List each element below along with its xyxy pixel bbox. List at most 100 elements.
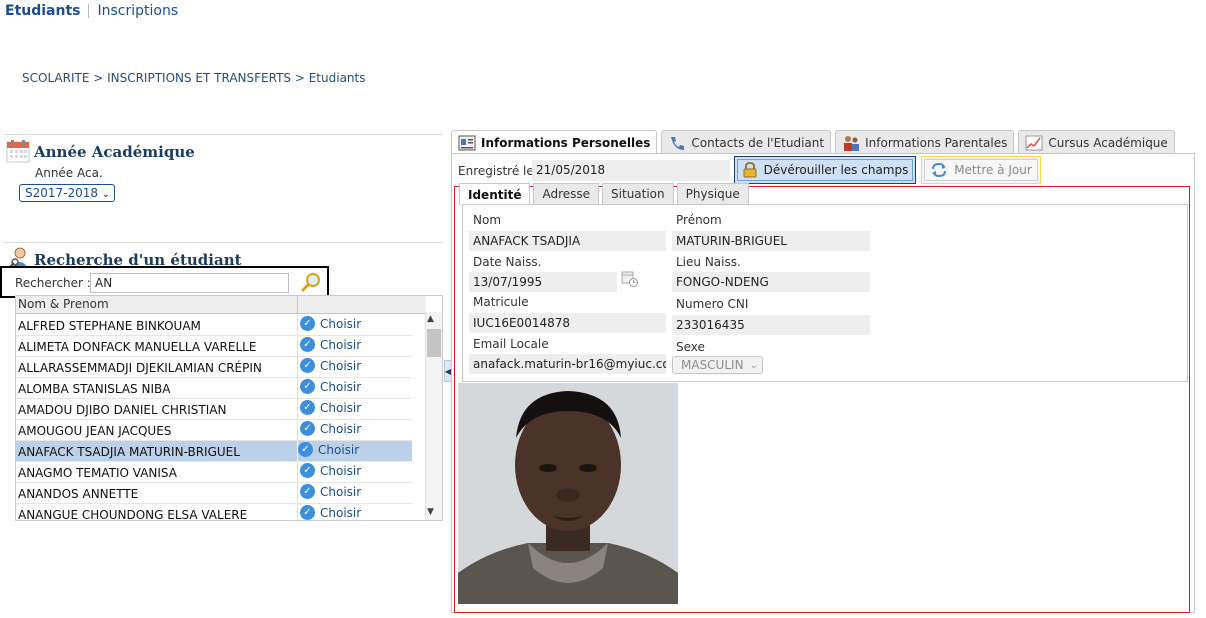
check-circle-icon: ✓ xyxy=(300,505,315,520)
search-icon[interactable] xyxy=(301,272,321,292)
choose-label: Choisir xyxy=(320,421,362,436)
choose-label: Choisir xyxy=(320,400,362,415)
choose-button[interactable]: ✓ Choisir xyxy=(300,463,361,478)
search-input[interactable]: AN xyxy=(90,273,289,293)
choose-label: Choisir xyxy=(320,358,362,373)
choose-label: Choisir xyxy=(318,442,360,457)
chevron-down-icon: ⌄ xyxy=(101,189,110,200)
academic-year-select[interactable]: S2017-2018 ⌄ xyxy=(19,184,115,202)
column-divider xyxy=(297,504,298,520)
unlock-fields-button[interactable]: Dévérouiller les champs xyxy=(734,156,916,184)
student-name: ALOMBA STANISLAS NIBA xyxy=(18,382,171,396)
check-circle-icon: ✓ xyxy=(300,484,315,499)
date-picker-icon[interactable] xyxy=(621,270,639,288)
matricule-label: Matricule xyxy=(473,295,529,309)
table-row[interactable]: AMADOU DJIBO DANIEL CHRISTIAN ✓ Choisir xyxy=(16,399,412,420)
choose-label: Choisir xyxy=(320,505,362,520)
search-label: Rechercher : xyxy=(15,276,91,290)
lieu-naiss-label: Lieu Naiss. xyxy=(676,255,741,269)
nom-field[interactable]: ANAFACK TSADJIA xyxy=(469,231,666,251)
nav-inscriptions[interactable]: Inscriptions xyxy=(97,3,178,19)
date-naiss-field[interactable]: 13/07/1995 xyxy=(469,272,617,292)
cni-field[interactable]: 233016435 xyxy=(672,315,870,335)
choose-button[interactable]: ✓ Choisir xyxy=(300,505,361,520)
check-circle-icon: ✓ xyxy=(300,421,315,436)
lieu-naiss-field[interactable]: FONGO-NDENG xyxy=(672,272,870,292)
prenom-label: Prénom xyxy=(676,213,722,227)
student-name: ALIMETA DONFACK MANUELLA VARELLE xyxy=(18,340,257,354)
scroll-up-icon[interactable]: ▲ xyxy=(427,314,434,324)
choose-button[interactable]: ✓ Choisir xyxy=(300,316,361,331)
check-circle-icon: ✓ xyxy=(300,463,315,478)
check-circle-icon: ✓ xyxy=(300,358,315,373)
student-name: ANANGUE CHOUNDONG ELSA VALERE xyxy=(18,508,248,521)
table-row[interactable]: ANANGUE CHOUNDONG ELSA VALERE ✓ Choisir xyxy=(16,504,412,521)
student-name: ANAGMO TEMATIO VANISA xyxy=(18,466,177,480)
matricule-field[interactable]: IUC16E0014878 xyxy=(469,313,666,333)
divider xyxy=(4,242,443,243)
choose-button[interactable]: ✓ Choisir xyxy=(298,442,360,457)
breadcrumb: SCOLARITE > INSCRIPTIONS ET TRANSFERTS >… xyxy=(22,71,366,85)
choose-button[interactable]: ✓ Choisir xyxy=(300,379,361,394)
family-icon xyxy=(844,135,860,151)
email-label: Email Locale xyxy=(473,337,549,351)
grid-scroll-thumb[interactable] xyxy=(427,329,441,357)
column-divider xyxy=(297,336,298,357)
academic-year-value: S2017-2018 xyxy=(25,186,99,200)
tab-contacts[interactable]: Contacts de l'Etudiant xyxy=(661,130,832,154)
student-name: ALLARASSEMMADJI DJEKILAMIAN CRÉPIN xyxy=(18,361,262,375)
choose-button[interactable]: ✓ Choisir xyxy=(300,484,361,499)
table-row[interactable]: ALLARASSEMMADJI DJEKILAMIAN CRÉPIN ✓ Chois… xyxy=(16,357,412,378)
email-field[interactable]: anafack.maturin-br16@myiuc.com xyxy=(469,354,666,374)
student-name: ALFRED STEPHANE BINKOUAM xyxy=(18,319,201,333)
scroll-down-icon[interactable]: ▼ xyxy=(427,507,434,517)
subtab-identite[interactable]: Identité xyxy=(459,183,531,205)
choose-button[interactable]: ✓ Choisir xyxy=(300,358,361,373)
sexe-value: MASCULIN xyxy=(681,358,744,372)
academic-year-title: Année Académique xyxy=(34,143,195,161)
table-row[interactable]: ANAFACK TSADJIA MATURIN-BRIGUEL ✓ Choisir xyxy=(16,441,412,462)
choose-label: Choisir xyxy=(320,337,362,352)
student-name: AMOUGOU JEAN JACQUES xyxy=(18,424,172,438)
table-row[interactable]: ALOMBA STANISLAS NIBA ✓ Choisir xyxy=(16,378,412,399)
tab-informations-personelles[interactable]: Informations Personelles xyxy=(451,130,658,155)
table-row[interactable]: ALIMETA DONFACK MANUELLA VARELLE ✓ Choisir xyxy=(16,336,412,357)
subtab-situation[interactable]: Situation xyxy=(602,183,674,204)
column-divider xyxy=(297,420,298,441)
registration-label: Enregistré le xyxy=(458,164,534,178)
phone-icon xyxy=(671,136,685,150)
tab-cursus-academique[interactable]: Cursus Académique xyxy=(1018,130,1175,154)
prenom-field[interactable]: MATURIN-BRIGUEL xyxy=(672,231,870,251)
student-name: ANAFACK TSADJIA MATURIN-BRIGUEL xyxy=(18,445,240,459)
sexe-select[interactable]: MASCULIN ⌄ xyxy=(672,356,763,374)
choose-button[interactable]: ✓ Choisir xyxy=(300,421,361,436)
tab-label: Informations Parentales xyxy=(865,135,1008,150)
table-row[interactable]: ANAGMO TEMATIO VANISA ✓ Choisir xyxy=(16,462,412,483)
column-divider xyxy=(297,378,298,399)
subtab-adresse[interactable]: Adresse xyxy=(533,183,600,204)
column-divider xyxy=(297,399,298,420)
choose-button[interactable]: ✓ Choisir xyxy=(300,337,361,352)
subtab-physique[interactable]: Physique xyxy=(676,183,749,204)
nav-etudiants[interactable]: Etudiants xyxy=(5,3,80,19)
main-tabs: Informations Personelles Contacts de l'E… xyxy=(451,130,1179,155)
top-nav: Etudiants Inscriptions xyxy=(5,2,178,20)
update-button[interactable]: Mettre à Jour xyxy=(921,156,1041,184)
chevron-down-icon: ⌄ xyxy=(749,360,758,371)
column-divider xyxy=(297,462,298,483)
table-row[interactable]: AMOUGOU JEAN JACQUES ✓ Choisir xyxy=(16,420,412,441)
column-divider xyxy=(297,315,298,336)
table-row[interactable]: ALFRED STEPHANE BINKOUAM ✓ Choisir xyxy=(16,315,412,336)
column-divider xyxy=(297,357,298,378)
unlock-label: Dévérouiller les champs xyxy=(763,163,909,177)
nav-separator xyxy=(88,4,90,18)
check-circle-icon: ✓ xyxy=(300,316,315,331)
grid-header-name[interactable]: Nom & Prenom xyxy=(18,297,109,311)
table-row[interactable]: ANANDOS ANNETTE ✓ Choisir xyxy=(16,483,412,504)
grid-header: Nom & Prenom xyxy=(16,296,426,314)
choose-label: Choisir xyxy=(320,316,362,331)
choose-button[interactable]: ✓ Choisir xyxy=(300,400,361,415)
academic-year-label: Année Aca. xyxy=(35,166,103,180)
tab-informations-parentales[interactable]: Informations Parentales xyxy=(835,130,1015,154)
cni-label: Numero CNI xyxy=(676,297,749,311)
